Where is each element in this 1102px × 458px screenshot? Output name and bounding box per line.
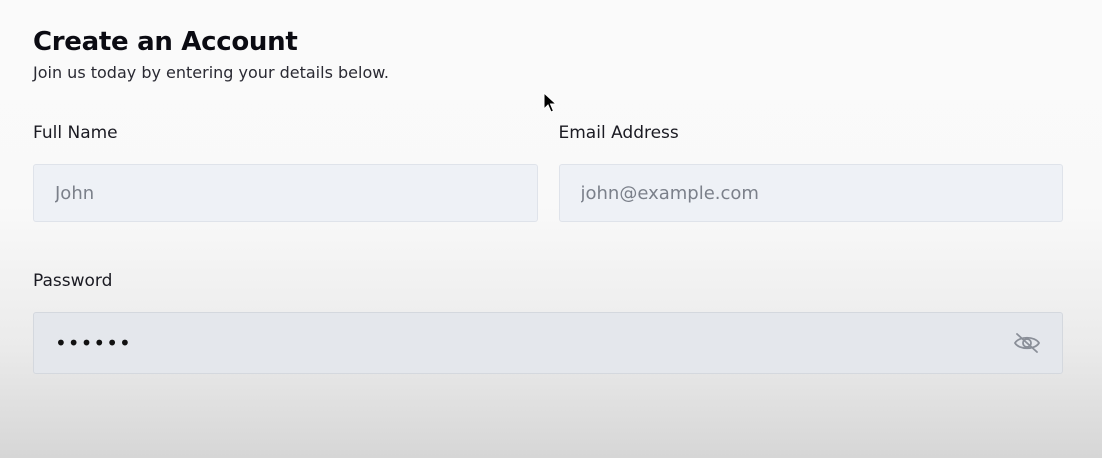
name-email-row: Full Name Email Address: [33, 122, 1063, 222]
password-label: Password: [33, 271, 113, 291]
signup-form-page: Create an Account Join us today by enter…: [33, 26, 1063, 374]
full-name-field: Full Name: [33, 122, 538, 222]
email-input-box[interactable]: [558, 164, 1063, 222]
password-input-box[interactable]: [33, 312, 1063, 374]
email-label: Email Address: [558, 123, 679, 143]
password-field: Password: [33, 270, 1063, 374]
full-name-input-box[interactable]: [33, 164, 538, 222]
password-input[interactable]: [34, 313, 1062, 373]
full-name-label: Full Name: [33, 123, 118, 143]
eye-slash-icon[interactable]: [1012, 328, 1042, 358]
page-subtitle: Join us today by entering your details b…: [33, 63, 389, 82]
mouse-cursor-icon: [543, 92, 557, 113]
email-input[interactable]: [559, 165, 1062, 221]
page-title: Create an Account: [33, 27, 298, 57]
full-name-input[interactable]: [34, 165, 537, 221]
email-field: Email Address: [558, 122, 1063, 222]
